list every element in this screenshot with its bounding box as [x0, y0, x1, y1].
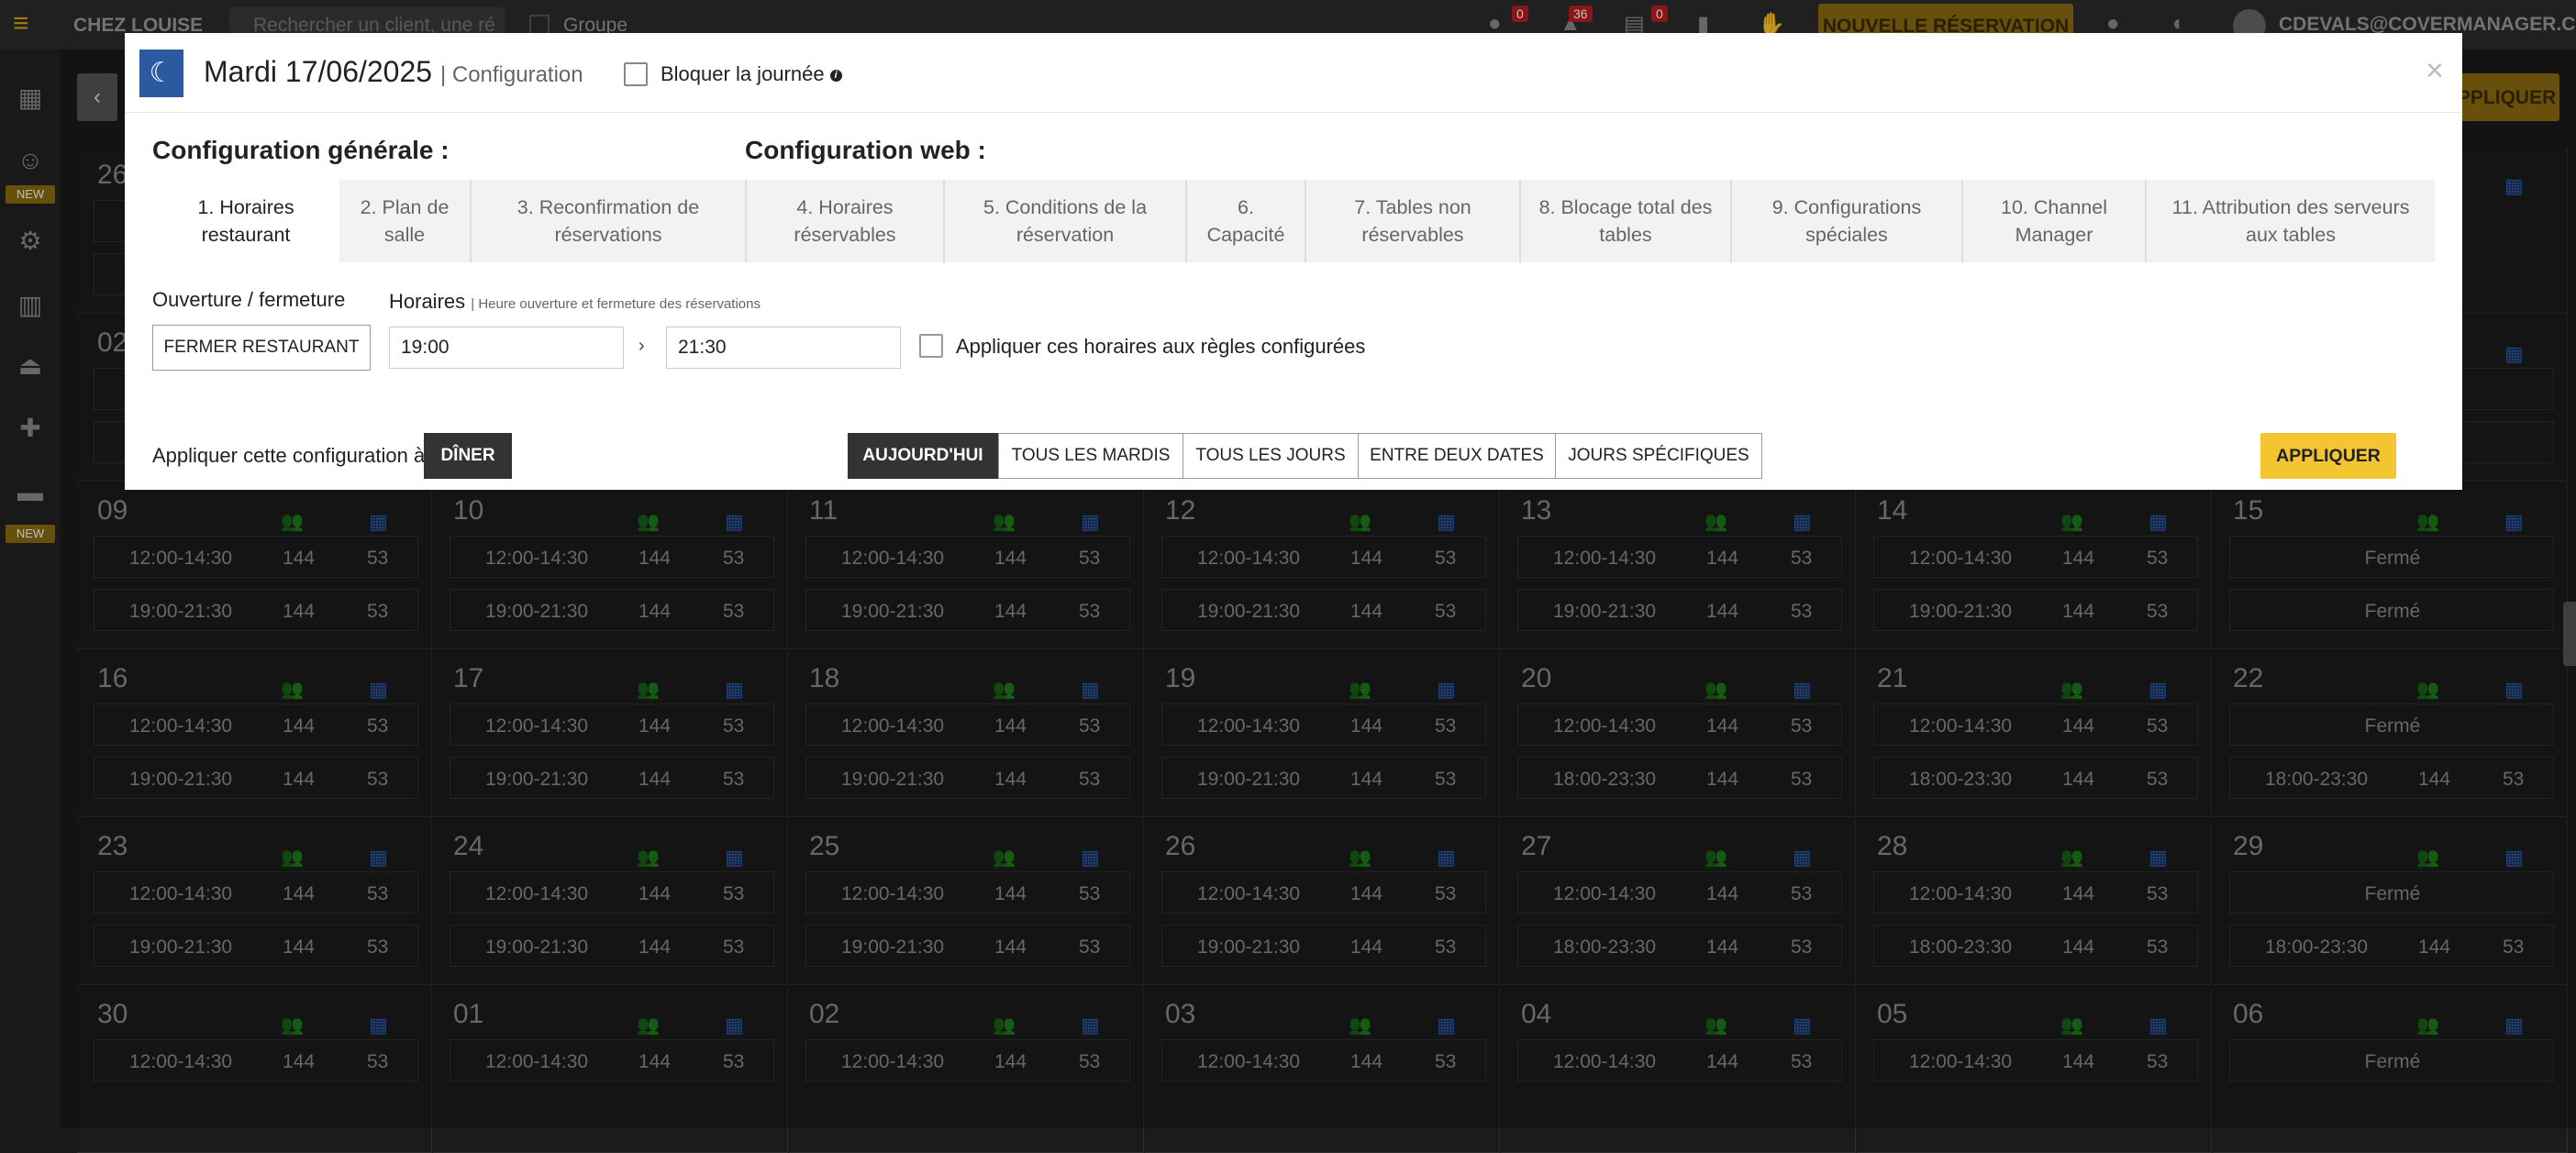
tab-label: 4. Horaires — [796, 196, 894, 218]
tab-label: 6. — [1238, 196, 1254, 218]
hours-hint: | Heure ouverture et fermeture des réser… — [471, 296, 761, 312]
tab-label: Manager — [2015, 224, 2093, 246]
web-config-title: Configuration web : — [745, 136, 986, 164]
tab-horaires-restaurant[interactable]: 1. Horaires restaurant — [152, 180, 339, 262]
tab-attribution-serveurs[interactable]: 11. Attribution des serveurs aux tables — [2147, 180, 2435, 262]
tab-label: 1. Horaires — [197, 196, 294, 218]
tab-horaires-reservables[interactable]: 4. Horaires réservables — [747, 180, 945, 262]
apply-to-label: Appliquer cette configuration à — [152, 444, 426, 467]
apply-rules-checkbox[interactable] — [919, 334, 943, 358]
tab-label: tables — [1599, 224, 1652, 246]
config-tabs: 1. Horaires restaurant 2. Plan de salle 3.… — [152, 180, 2435, 262]
block-day-checkbox[interactable] — [624, 62, 648, 86]
block-day-label: Bloquer la journée i — [661, 62, 842, 86]
tab-channel-manager[interactable]: 10. Channel Manager — [1963, 180, 2147, 262]
tab-blocage-tables[interactable]: 8. Blocage total des tables — [1521, 180, 1732, 262]
hours-label: Horaires | Heure ouverture et fermeture … — [389, 290, 761, 314]
tab-label: 10. Channel — [2001, 196, 2107, 218]
modal-title: Mardi 17/06/2025 | Configuration — [204, 55, 583, 89]
general-config-title: Configuration générale : — [152, 136, 450, 164]
modal-subtitle: | Configuration — [439, 62, 583, 87]
tab-label: aux tables — [2245, 224, 2336, 246]
moon-icon: ☾ — [139, 50, 183, 97]
hours-title: Horaires — [389, 290, 466, 313]
tab-label: Capacité — [1206, 224, 1285, 246]
tab-label: réservables — [1361, 224, 1464, 246]
tab-label: 9. Configurations — [1771, 196, 1922, 218]
time-from-input[interactable]: 19:00 — [389, 327, 624, 369]
tab-content: Ouverture / fermeture FERMER RESTAURANT … — [152, 262, 2435, 481]
tab-label: 8. Blocage total des — [1538, 196, 1713, 218]
scope-all-days-button[interactable]: TOUS LES JOURS — [1183, 433, 1359, 479]
apply-rules-label: Appliquer ces horaires aux règles config… — [956, 335, 1366, 358]
scope-all-tuesdays-button[interactable]: TOUS LES MARDIS — [998, 433, 1183, 479]
close-restaurant-button[interactable]: FERMER RESTAURANT — [152, 325, 371, 371]
tab-label: réservables — [794, 224, 896, 246]
scope-today-button[interactable]: AUJOURD'HUI — [848, 433, 998, 479]
close-icon[interactable]: × — [2426, 53, 2444, 89]
tab-tables-non-reservables[interactable]: 7. Tables non réservables — [1306, 180, 1521, 262]
tab-label: 2. Plan de — [360, 196, 450, 218]
tab-reconfirmation[interactable]: 3. Reconfirmation de réservations — [472, 180, 747, 262]
arrow-right-icon: › — [638, 336, 645, 356]
tab-label: réservations — [554, 224, 662, 246]
scope-between-dates-button[interactable]: ENTRE DEUX DATES — [1358, 433, 1556, 479]
scope-specific-days-button[interactable]: JOURS SPÉCIFIQUES — [1555, 433, 1762, 479]
block-day-text: Bloquer la journée — [661, 62, 825, 85]
time-to-input[interactable]: 21:30 — [666, 327, 901, 369]
tab-label: 11. Attribution des serveurs — [2171, 196, 2410, 218]
tab-plan-de-salle[interactable]: 2. Plan de salle — [339, 180, 472, 262]
tab-label: spéciales — [1805, 224, 1888, 246]
modal-date: Mardi 17/06/2025 — [204, 55, 433, 88]
tab-label: 5. Conditions de la — [983, 196, 1148, 218]
open-close-label: Ouverture / fermeture — [152, 288, 346, 311]
modal-header: ☾ Mardi 17/06/2025 | Configuration Bloqu… — [125, 33, 2462, 113]
tab-label: 3. Reconfirmation de — [516, 196, 700, 218]
tab-label: réservation — [1016, 224, 1115, 246]
tab-capacite[interactable]: 6. Capacité — [1187, 180, 1306, 262]
info-icon[interactable]: i — [829, 69, 842, 82]
service-diner-button[interactable]: DÎNER — [424, 433, 512, 479]
apply-button[interactable]: APPLIQUER — [2260, 433, 2396, 479]
configuration-modal: ☾ Mardi 17/06/2025 | Configuration Bloqu… — [125, 33, 2462, 490]
tab-conditions[interactable]: 5. Conditions de la réservation — [945, 180, 1187, 262]
tab-label: restaurant — [201, 224, 291, 246]
tab-configurations-speciales[interactable]: 9. Configurations spéciales — [1732, 180, 1963, 262]
tab-label: 7. Tables non — [1354, 196, 1471, 218]
tab-label: salle — [383, 224, 426, 246]
